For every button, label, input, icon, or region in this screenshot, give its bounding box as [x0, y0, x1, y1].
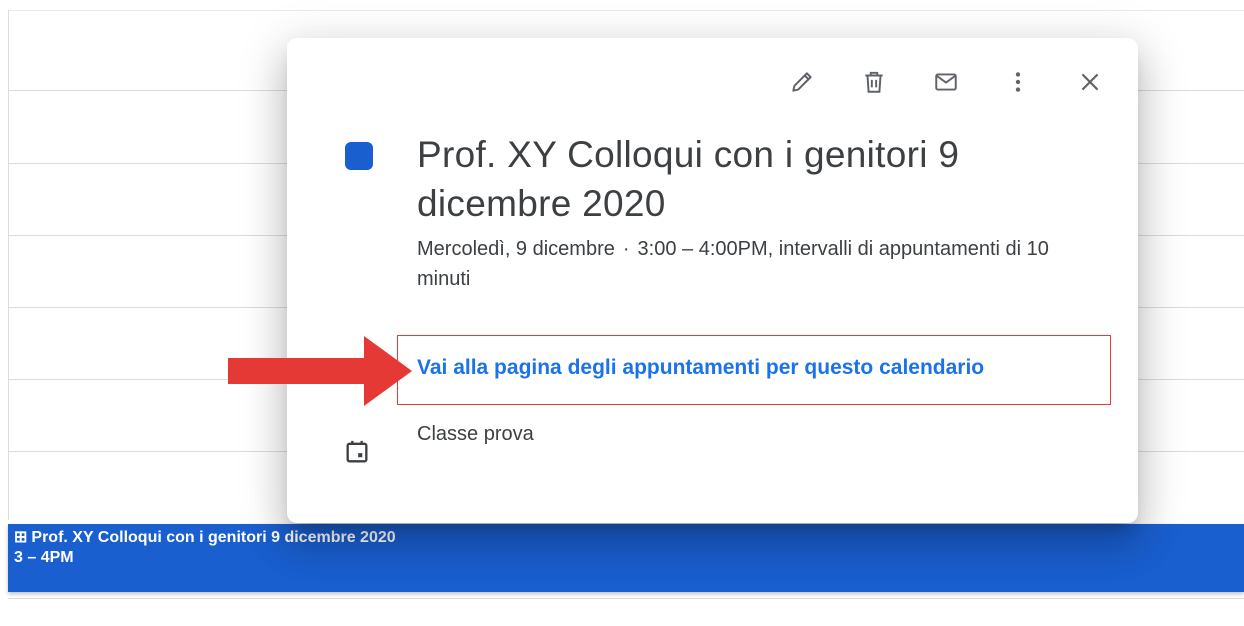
- event-block-title-row: ⊞ Prof. XY Colloqui con i genitori 9 dice…: [14, 528, 1238, 548]
- pencil-icon: [792, 72, 812, 92]
- email-guests-button[interactable]: [928, 64, 964, 100]
- red-arrow-annotation: [228, 336, 412, 406]
- event-datetime: Mercoledì, 9 dicembre · 3:00 – 4:00PM, int…: [417, 234, 1077, 294]
- event-title: Prof. XY Colloqui con i genitori 9 dicem…: [417, 134, 960, 224]
- appointment-page-link[interactable]: Vai alla pagina degli appuntamenti per q…: [417, 353, 1107, 383]
- edit-event-button[interactable]: [784, 64, 820, 100]
- popup-toolbar: [748, 64, 1108, 100]
- calendar-event-block[interactable]: ⊞ Prof. XY Colloqui con i genitori 9 dice…: [8, 524, 1244, 592]
- calendar-icon: [346, 440, 368, 463]
- event-color-chip: [345, 142, 373, 170]
- appointment-grid-icon: ⊞: [14, 529, 28, 546]
- close-icon: [1081, 73, 1099, 91]
- mail-icon: [935, 73, 957, 91]
- separator-dot: ·: [622, 238, 630, 260]
- grid-vertical-line: [8, 10, 9, 520]
- more-vert-icon: [1015, 72, 1021, 92]
- event-block-title: Prof. XY Colloqui con i genitori 9 dicem…: [31, 529, 396, 546]
- grid-bottom-line: [8, 598, 1244, 599]
- close-popup-button[interactable]: [1072, 64, 1108, 100]
- delete-event-button[interactable]: [856, 64, 892, 100]
- grid-top-line: [8, 10, 1244, 11]
- calendar-name: Classe prova: [417, 423, 534, 445]
- event-block-time: 3 – 4PM: [14, 549, 74, 566]
- event-date: Mercoledì, 9 dicembre: [417, 238, 615, 260]
- trash-icon: [865, 71, 883, 93]
- event-details-popup: Prof. XY Colloqui con i genitori 9 dicem…: [287, 38, 1138, 523]
- more-options-button[interactable]: [1000, 64, 1036, 100]
